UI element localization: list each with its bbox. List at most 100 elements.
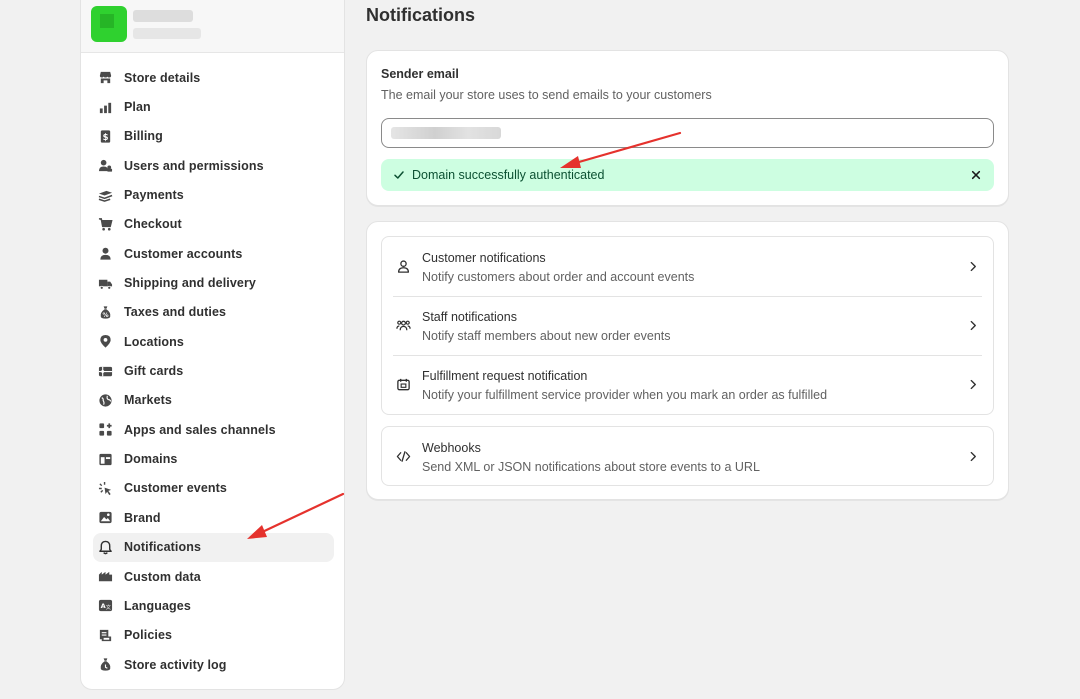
sender-email-input[interactable] <box>381 118 994 148</box>
users-icon <box>97 158 113 174</box>
sidebar-item-label: Markets <box>124 393 172 408</box>
sidebar-item-plan[interactable]: Plan <box>93 92 334 121</box>
sidebar-item-label: Gift cards <box>124 364 184 379</box>
fulfillment-icon <box>395 376 411 392</box>
sidebar-item-shipping[interactable]: Shipping and delivery <box>93 268 334 297</box>
store-icon <box>97 70 113 86</box>
sidebar-item-label: Store details <box>124 70 201 85</box>
sidebar-item-brand[interactable]: Brand <box>93 503 334 532</box>
checkmark-icon <box>392 168 406 182</box>
row-title: Customer notifications <box>422 251 546 265</box>
sidebar-item-apps[interactable]: Apps and sales channels <box>93 415 334 444</box>
store-header[interactable] <box>81 0 344 53</box>
success-banner: Domain successfully authenticated <box>381 159 994 191</box>
gift-card-icon <box>97 363 113 379</box>
sender-email-title: Sender email <box>381 67 459 81</box>
sidebar-item-activity-log[interactable]: Store activity log <box>93 650 334 679</box>
sidebar-item-locations[interactable]: Locations <box>93 327 334 356</box>
sidebar-item-label: Domains <box>124 452 178 467</box>
sidebar-item-users[interactable]: Users and permissions <box>93 151 334 180</box>
store-avatar <box>91 6 127 42</box>
domain-icon <box>97 451 113 467</box>
language-icon: A文 <box>97 598 113 614</box>
row-description: Send XML or JSON notifications about sto… <box>422 460 760 474</box>
globe-icon <box>97 392 113 408</box>
policy-icon <box>97 627 113 643</box>
sidebar-item-label: Plan <box>124 100 151 115</box>
sidebar-item-gift-cards[interactable]: Gift cards <box>93 356 334 385</box>
money-bag-icon: % <box>97 304 113 320</box>
page-title: Notifications <box>366 5 476 25</box>
close-icon[interactable] <box>968 167 984 183</box>
sender-email-description: The email your store uses to send emails… <box>381 88 712 102</box>
sidebar-item-languages[interactable]: A文 Languages <box>93 591 334 620</box>
sidebar-item-label: Customer events <box>124 481 227 496</box>
row-description: Notify staff members about new order eve… <box>422 329 671 343</box>
sidebar-item-label: Brand <box>124 510 161 525</box>
sidebar-item-label: Languages <box>124 598 191 613</box>
staff-notifications-row[interactable]: Staff notifications Notify staff members… <box>382 296 993 355</box>
sidebar-item-billing[interactable]: $ Billing <box>93 122 334 151</box>
billing-icon: $ <box>97 128 113 144</box>
notification-group: Customer notifications Notify customers … <box>381 236 994 415</box>
customer-notifications-row[interactable]: Customer notifications Notify customers … <box>382 237 993 296</box>
chevron-right-icon <box>967 449 979 463</box>
row-title: Staff notifications <box>422 310 517 324</box>
chevron-right-icon <box>967 259 979 273</box>
bell-icon <box>97 539 113 555</box>
payments-icon <box>97 187 113 203</box>
truck-icon <box>97 275 113 291</box>
webhook-group: Webhooks Send XML or JSON notifications … <box>381 426 994 486</box>
person-outline-icon <box>395 258 411 274</box>
sidebar-item-notifications[interactable]: Notifications <box>93 532 334 562</box>
svg-text:$: $ <box>102 132 108 142</box>
sidebar-item-payments[interactable]: Payments <box>93 180 334 209</box>
svg-text:文: 文 <box>105 603 110 611</box>
store-url-redacted <box>133 28 201 39</box>
sidebar-item-policies[interactable]: Policies <box>93 621 334 650</box>
notification-settings-card: Customer notifications Notify customers … <box>366 221 1009 500</box>
sidebar-item-label: Policies <box>124 628 173 643</box>
store-name-redacted <box>133 10 193 22</box>
row-title: Fulfillment request notification <box>422 369 588 383</box>
code-icon <box>395 448 411 464</box>
sidebar-item-taxes[interactable]: % Taxes and duties <box>93 298 334 327</box>
sidebar-item-customer-events[interactable]: Customer events <box>93 474 334 503</box>
sidebar-item-label: Apps and sales channels <box>124 422 276 437</box>
row-title: Webhooks <box>422 441 481 455</box>
settings-nav: Store details Plan $ Billing Users and p… <box>93 63 334 679</box>
sidebar-item-label: Custom data <box>124 569 201 584</box>
apps-icon <box>97 422 113 438</box>
cart-icon <box>97 216 113 232</box>
sidebar-item-label: Payments <box>124 188 184 203</box>
sidebar-item-customer-accounts[interactable]: Customer accounts <box>93 239 334 268</box>
activity-log-icon <box>97 657 113 673</box>
webhooks-row[interactable]: Webhooks Send XML or JSON notifications … <box>382 427 993 486</box>
sidebar-item-store-details[interactable]: Store details <box>93 63 334 92</box>
banner-text: Domain successfully authenticated <box>412 168 605 182</box>
sidebar-item-label: Users and permissions <box>124 158 264 173</box>
sidebar-item-label: Store activity log <box>124 657 227 672</box>
row-description: Notify your fulfillment service provider… <box>422 388 828 402</box>
sidebar-item-label: Checkout <box>124 217 182 232</box>
sidebar-item-label: Taxes and duties <box>124 305 227 320</box>
row-description: Notify customers about order and account… <box>422 270 695 284</box>
person-icon <box>97 246 113 262</box>
location-icon <box>97 334 113 350</box>
sidebar-item-label: Shipping and delivery <box>124 276 256 291</box>
sidebar-item-markets[interactable]: Markets <box>93 386 334 415</box>
team-icon <box>395 317 411 333</box>
sender-email-card: Sender email The email your store uses t… <box>366 50 1009 206</box>
chevron-right-icon <box>967 377 979 391</box>
brand-icon <box>97 510 113 526</box>
sidebar-item-label: Customer accounts <box>124 246 243 261</box>
sidebar-item-label: Billing <box>124 129 163 144</box>
fulfillment-request-row[interactable]: Fulfillment request notification Notify … <box>382 355 993 414</box>
custom-data-icon <box>97 569 113 585</box>
sidebar-item-custom-data[interactable]: Custom data <box>93 562 334 591</box>
chevron-right-icon <box>967 318 979 332</box>
sidebar-item-label: Locations <box>124 334 184 349</box>
settings-sidebar: Store details Plan $ Billing Users and p… <box>80 0 345 690</box>
sidebar-item-domains[interactable]: Domains <box>93 444 334 473</box>
sidebar-item-checkout[interactable]: Checkout <box>93 210 334 239</box>
